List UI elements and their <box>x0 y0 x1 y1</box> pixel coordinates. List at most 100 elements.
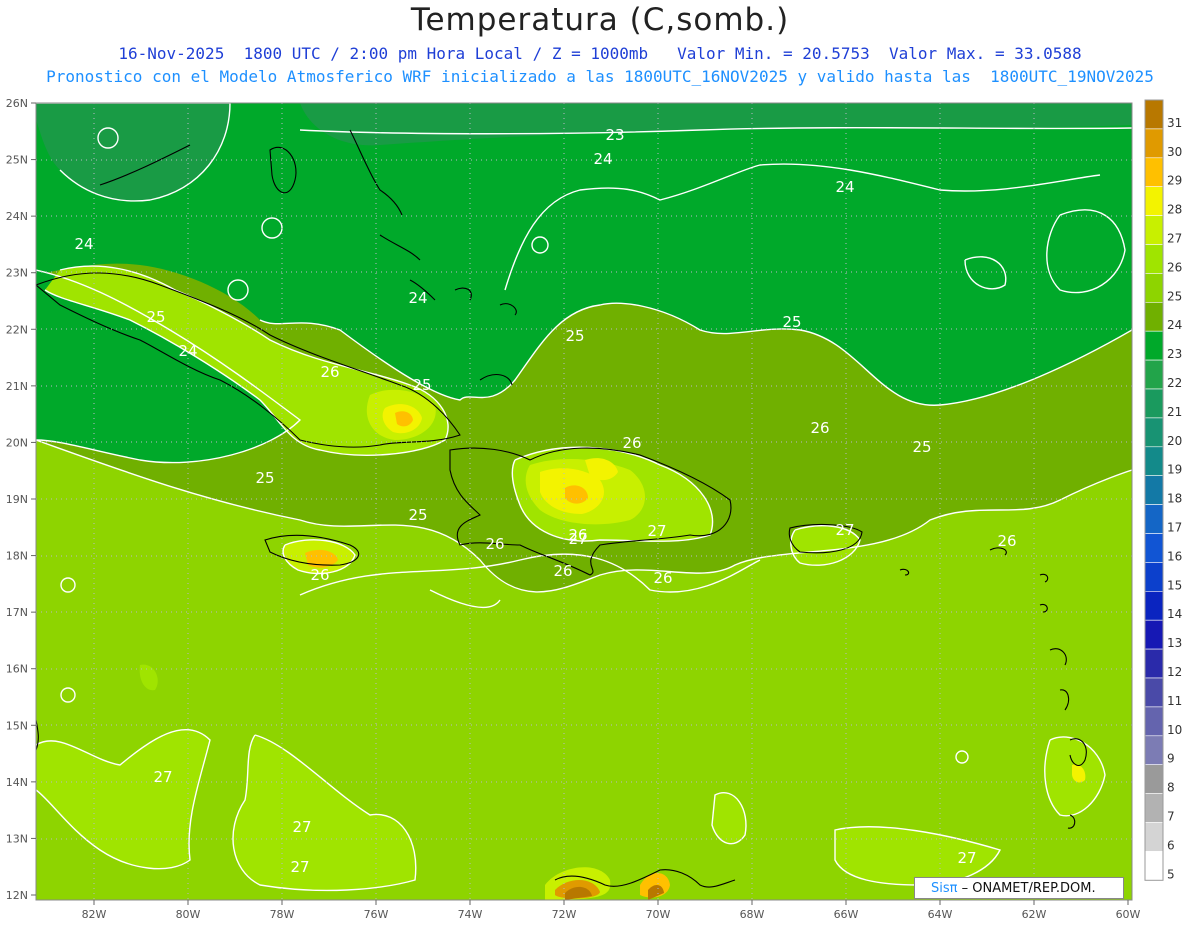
sispi-logo: Sisπ <box>931 881 958 896</box>
lat-tick-label: 15N <box>6 719 28 732</box>
colorbar-swatch <box>1144 417 1164 448</box>
credit-org: – ONAMET/REP.DOM. <box>957 881 1096 896</box>
colorbar-swatch <box>1144 533 1164 563</box>
colorbar-swatch <box>1144 562 1164 592</box>
colorbar-swatch <box>1144 793 1164 823</box>
lon-tick-label: 70W <box>646 908 671 921</box>
colorbar-swatch <box>1144 590 1164 621</box>
colorbar-label: 30 <box>1167 145 1182 159</box>
colorbar-swatch <box>1144 851 1164 881</box>
contour-label: 25 <box>255 469 274 487</box>
latitude-axis: 26N 25N 24N 23N 22N 21N 20N 19N 18N 17N 16N 15N 14N 1… <box>6 97 36 902</box>
colorbar-swatch <box>1144 619 1164 650</box>
colorbar-label: 6 <box>1167 838 1175 852</box>
colorbar-label: 22 <box>1167 376 1182 390</box>
colorbar-label: 24 <box>1167 318 1182 332</box>
lat-tick-label: 26N <box>6 97 28 110</box>
lon-tick-label: 60W <box>1116 908 1141 921</box>
colorbar-swatch <box>1144 128 1164 159</box>
colorbar-swatch <box>1144 677 1164 708</box>
contour-label: 25 <box>782 313 801 331</box>
lon-tick-label: 64W <box>928 908 953 921</box>
lat-tick-label: 24N <box>6 210 28 223</box>
colorbar-label: 12 <box>1167 665 1182 679</box>
colorbar-swatch <box>1144 388 1164 419</box>
colorbar-label: 23 <box>1167 347 1182 361</box>
colorbar-swatch <box>1144 244 1164 274</box>
colorbar-label: 21 <box>1167 405 1182 419</box>
colorbar-label: 16 <box>1167 549 1182 563</box>
lat-tick-label: 20N <box>6 436 28 449</box>
contour-label: 24 <box>178 342 197 360</box>
colorbar-swatch <box>1144 446 1164 476</box>
colorbar-swatch <box>1144 735 1164 765</box>
lat-tick-label: 17N <box>6 606 28 619</box>
colorbar-label: 25 <box>1167 289 1182 303</box>
credit-box: Sisπ – ONAMET/REP.DOM. <box>914 877 1124 899</box>
colorbar-swatch <box>1144 301 1164 332</box>
lat-tick-label: 22N <box>6 323 28 336</box>
contour-label: 24 <box>835 178 854 196</box>
lat-tick-label: 19N <box>6 493 28 506</box>
colorbar-label: 26 <box>1167 260 1182 274</box>
lon-tick-label: 80W <box>176 908 201 921</box>
lat-tick-label: 18N <box>6 550 28 563</box>
contour-label: 27 <box>292 818 311 836</box>
lon-tick-label: 62W <box>1022 908 1047 921</box>
lon-tick-label: 68W <box>740 908 765 921</box>
colorbar-label: 7 <box>1167 810 1175 824</box>
colorbar-swatch <box>1144 822 1164 852</box>
colorbar-label: 20 <box>1167 434 1182 448</box>
colorbar-swatch <box>1144 648 1164 679</box>
temperature-map: 23 24 24 24 24 25 25 24 25 25 26 25 26 26 25 25 26 26 26 27… <box>6 97 1183 921</box>
longitude-axis: 82W 80W 78W 76W 74W 72W 70W 68W 66W 64W 62W 60W <box>82 900 1141 921</box>
lon-tick-label: 76W <box>364 908 389 921</box>
lat-tick-label: 13N <box>6 832 28 845</box>
lat-tick-label: 16N <box>6 663 28 676</box>
contour-label: 26 <box>320 363 339 381</box>
contour-label: 27 <box>568 530 587 548</box>
colorbar-label: 5 <box>1167 867 1175 881</box>
colorbar-label: 29 <box>1167 174 1182 188</box>
contour-label: 26 <box>622 434 641 452</box>
colorbar-label: 11 <box>1167 694 1182 708</box>
contour-label: 27 <box>957 849 976 867</box>
lon-tick-label: 72W <box>552 908 577 921</box>
colorbar-label: 10 <box>1167 723 1182 737</box>
colorbar-swatch <box>1144 215 1164 245</box>
colorbar: 31 30 29 28 27 26 25 24 23 22 21 20 19 18 17 16 15 14 13 12… <box>1144 99 1182 881</box>
lat-tick-label: 14N <box>6 776 28 789</box>
contour-label: 26 <box>553 562 572 580</box>
lon-tick-label: 82W <box>82 908 107 921</box>
colorbar-swatch <box>1144 330 1164 361</box>
contour-label: 26 <box>485 535 504 553</box>
contour-label: 27 <box>290 858 309 876</box>
contour-label: 24 <box>74 235 93 253</box>
colorbar-label: 8 <box>1167 781 1175 795</box>
contour-label: 25 <box>146 308 165 326</box>
colorbar-label: 31 <box>1167 116 1182 130</box>
lon-tick-label: 74W <box>458 908 483 921</box>
colorbar-swatch <box>1144 475 1164 505</box>
colorbar-label: 13 <box>1167 636 1182 650</box>
contour-label: 25 <box>408 506 427 524</box>
contour-label: 26 <box>997 532 1016 550</box>
contour-label: 25 <box>412 376 431 394</box>
colorbar-label: 28 <box>1167 203 1182 217</box>
colorbar-swatch <box>1144 706 1164 737</box>
colorbar-swatch <box>1144 764 1164 794</box>
colorbar-swatch <box>1144 157 1164 188</box>
lat-tick-label: 12N <box>6 889 28 902</box>
contour-label: 27 <box>647 522 666 540</box>
lat-tick-label: 25N <box>6 154 28 167</box>
contour-label: 27 <box>835 521 854 539</box>
colorbar-swatch <box>1144 359 1164 390</box>
contour-label: 26 <box>310 566 329 584</box>
colorbar-swatch <box>1144 273 1164 303</box>
lat-tick-label: 23N <box>6 267 28 280</box>
lat-tick-label: 21N <box>6 380 28 393</box>
contour-label: 26 <box>810 419 829 437</box>
contour-label: 25 <box>565 327 584 345</box>
colorbar-swatch <box>1144 186 1164 216</box>
colorbar-label: 9 <box>1167 752 1175 766</box>
